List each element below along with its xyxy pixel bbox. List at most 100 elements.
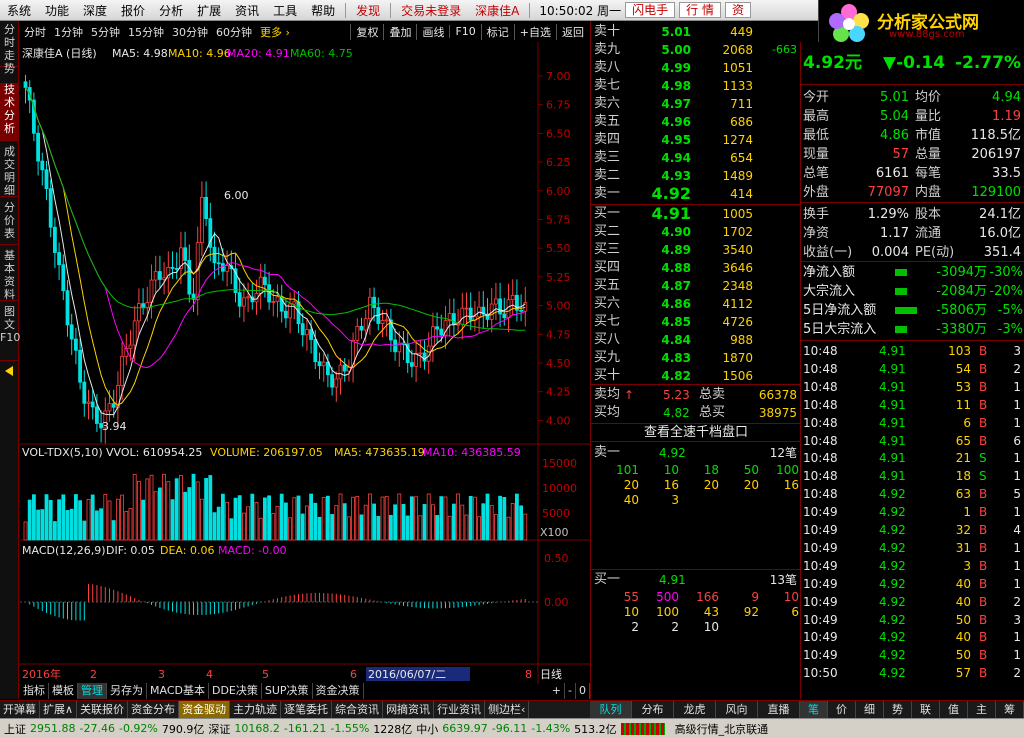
bid-row[interactable]: 买二 4.90 1702 [591, 223, 801, 241]
function-tab-1[interactable]: 扩展∧ [40, 701, 78, 718]
tick-row[interactable]: 10:49 4.92 3 B 1 [801, 557, 1024, 575]
kline-chart[interactable]: 7.00 6.75 6.50 6.25 6.00 5.75 5.50 5.25 5.00 4.75… [20, 42, 590, 684]
tick-row[interactable]: 10:50 4.92 57 B 2 [801, 664, 1024, 682]
collapse-arrow-icon[interactable] [0, 365, 19, 377]
menu-help[interactable]: 帮助 [304, 2, 342, 19]
period-intraday[interactable]: 分时 [20, 24, 50, 40]
period-15min[interactable]: 15分钟 [124, 24, 168, 40]
zx-index[interactable]: 6639.97 [442, 722, 488, 735]
tick-row[interactable]: 10:49 4.92 1 B 1 [801, 503, 1024, 521]
tick-row[interactable]: 10:49 4.92 40 B 1 [801, 575, 1024, 593]
macd-basic-tab[interactable]: MACD基本 [147, 683, 209, 699]
function-tab-4[interactable]: 资金驱动 [179, 701, 231, 718]
sup-tab[interactable]: SUP决策 [262, 683, 313, 699]
bid-row[interactable]: 买十 4.82 1506 [591, 367, 801, 385]
ask-row[interactable]: 卖二 4.93 1489 [591, 167, 801, 185]
function-tab-3[interactable]: 资金分布 [128, 701, 180, 718]
bid-row[interactable]: 买五 4.87 2348 [591, 277, 801, 295]
tick-row[interactable]: 10:48 4.91 11 B 1 [801, 396, 1024, 414]
current-stock[interactable]: 深康佳A [468, 2, 526, 19]
adjust-button[interactable]: 复权 [350, 23, 383, 40]
period-more[interactable]: 更多 › [256, 24, 294, 40]
ask-row[interactable]: 卖四 4.95 1274 [591, 131, 801, 149]
tab-technical[interactable]: 技术分析 [0, 83, 19, 141]
trade-login-status[interactable]: 交易未登录 [394, 2, 468, 19]
tick-row[interactable]: 10:48 4.91 53 B 1 [801, 378, 1024, 396]
mark-button[interactable]: 标记 [480, 23, 514, 40]
tick-row[interactable]: 10:48 4.91 18 S 1 [801, 467, 1024, 485]
fund-tab[interactable]: 资金决策 [313, 683, 364, 699]
tab-price-table[interactable]: 分价表 [0, 201, 19, 245]
tick-row[interactable]: 10:48 4.92 63 B 5 [801, 485, 1024, 503]
tick-row[interactable]: 10:48 4.91 65 B 6 [801, 432, 1024, 450]
tick-row[interactable]: 10:48 4.91 6 B 1 [801, 414, 1024, 432]
period-label[interactable]: 日线 [540, 667, 562, 681]
tick-row[interactable]: 10:48 4.91 103 B 3 [801, 342, 1024, 360]
book-tab-1[interactable]: 分布 [632, 701, 674, 718]
menu-system[interactable]: 系统 [0, 2, 38, 19]
tick-row[interactable]: 10:49 4.92 50 B 1 [801, 646, 1024, 664]
menu-extend[interactable]: 扩展 [190, 2, 228, 19]
sh-index[interactable]: 2951.88 [30, 722, 76, 735]
menu-discover[interactable]: 发现 [349, 2, 387, 19]
detail-tab-1[interactable]: 价 [828, 701, 856, 718]
bid-row[interactable]: 买九 4.83 1870 [591, 349, 801, 367]
function-tab-10[interactable]: 侧边栏‹ [485, 701, 530, 718]
tick-row[interactable]: 10:49 4.92 50 B 3 [801, 611, 1024, 629]
market-button[interactable]: 行 情 [679, 2, 721, 18]
detail-tab-3[interactable]: 势 [884, 701, 912, 718]
manage-tab[interactable]: 管理 [78, 683, 107, 699]
function-tab-2[interactable]: 关联报价 [77, 701, 129, 718]
zoom-out-button[interactable]: - [565, 683, 576, 699]
function-tab-7[interactable]: 综合资讯 [332, 701, 384, 718]
save-as-tab[interactable]: 另存为 [107, 683, 147, 699]
function-tab-5[interactable]: 主力轨迹 [230, 701, 282, 718]
ask-row[interactable]: 卖九 5.00 2068 -663 [591, 41, 801, 59]
detail-tab-6[interactable]: 主 [968, 701, 996, 718]
bid-row[interactable]: 买一 4.91 1005 [591, 205, 801, 223]
tick-row[interactable]: 10:48 4.91 21 S 1 [801, 449, 1024, 467]
menu-analysis[interactable]: 分析 [152, 2, 190, 19]
tab-trades[interactable]: 成交明细 [0, 145, 19, 197]
detail-tab-5[interactable]: 值 [940, 701, 968, 718]
book-tab-3[interactable]: 风向 [716, 701, 758, 718]
menu-depth[interactable]: 深度 [76, 2, 114, 19]
back-button[interactable]: 返回 [556, 23, 589, 40]
ask-row[interactable]: 卖三 4.94 654 [591, 149, 801, 167]
menu-function[interactable]: 功能 [38, 2, 76, 19]
function-tab-8[interactable]: 网摘资讯 [383, 701, 435, 718]
tick-row[interactable]: 10:48 4.91 54 B 2 [801, 360, 1024, 378]
bid-row[interactable]: 买四 4.88 3646 [591, 259, 801, 277]
overlay-button[interactable]: 叠加 [383, 23, 416, 40]
sz-index[interactable]: 10168.2 [234, 722, 280, 735]
bid-row[interactable]: 买三 4.89 3540 [591, 241, 801, 259]
ask-row[interactable]: 卖十 5.01 449 [591, 23, 801, 41]
dde-tab[interactable]: DDE决策 [209, 683, 262, 699]
tab-fundamentals[interactable]: 基本资料 [0, 249, 19, 301]
tick-row[interactable]: 10:49 4.92 40 B 1 [801, 628, 1024, 646]
detail-tab-0[interactable]: 笔 [800, 701, 828, 718]
period-1min[interactable]: 1分钟 [50, 24, 87, 40]
menu-tools[interactable]: 工具 [266, 2, 304, 19]
ask-row[interactable]: 卖八 4.99 1051 [591, 59, 801, 77]
ask-row[interactable]: 卖七 4.98 1133 [591, 77, 801, 95]
template-tab[interactable]: 模板 [49, 683, 78, 699]
add-watchlist-button[interactable]: +自选 [513, 23, 556, 40]
tab-intraday[interactable]: 分时走势 [0, 23, 19, 75]
f10-button[interactable]: F10 [449, 25, 480, 38]
menu-quote[interactable]: 报价 [114, 2, 152, 19]
ask-row[interactable]: 卖六 4.97 711 [591, 95, 801, 113]
function-tab-0[interactable]: 开弹幕 [0, 701, 40, 718]
book-tab-4[interactable]: 直播 [758, 701, 800, 718]
indicator-tab[interactable]: 指标 [20, 683, 49, 699]
ask-row[interactable]: 卖一 4.92 414 [591, 185, 801, 203]
period-5min[interactable]: 5分钟 [87, 24, 124, 40]
period-30min[interactable]: 30分钟 [168, 24, 212, 40]
kline-chart-area[interactable]: 7.00 6.75 6.50 6.25 6.00 5.75 5.50 5.25 5.00 4.75… [20, 42, 590, 684]
ask-row[interactable]: 卖五 4.96 686 [591, 113, 801, 131]
draw-line-button[interactable]: 画线 [416, 23, 449, 40]
period-60min[interactable]: 60分钟 [212, 24, 256, 40]
tab-f10[interactable]: 图文F10 [0, 305, 20, 361]
tick-row[interactable]: 10:49 4.92 31 B 1 [801, 539, 1024, 557]
book-tab-2[interactable]: 龙虎 [674, 701, 716, 718]
